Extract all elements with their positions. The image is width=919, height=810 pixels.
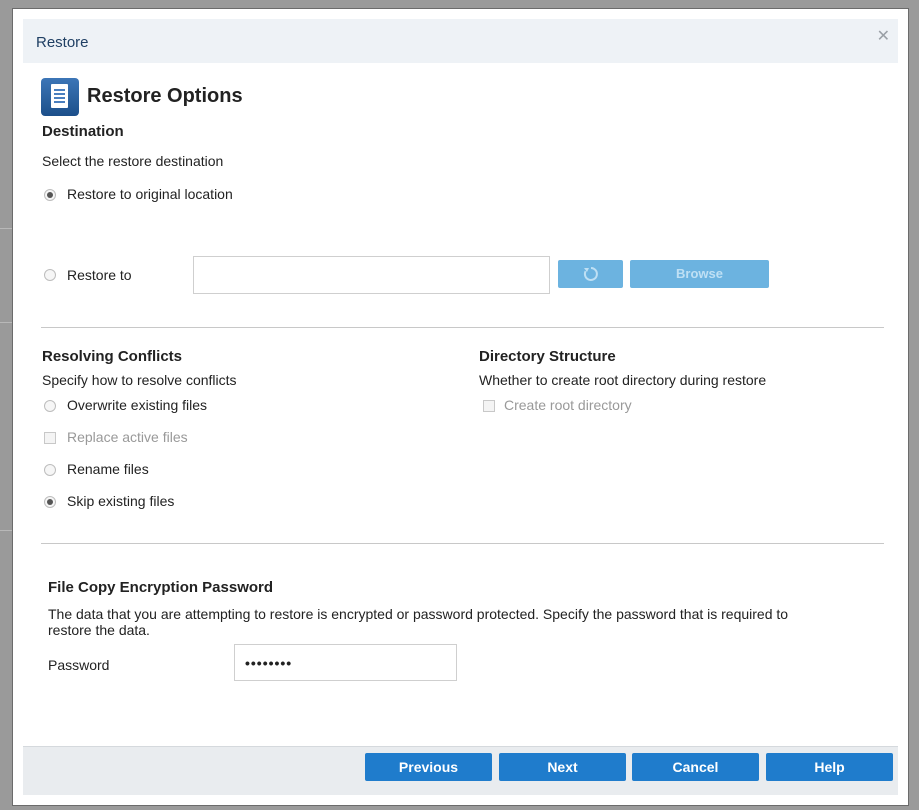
section-divider <box>41 327 884 328</box>
replace-active-label: Replace active files <box>67 429 188 445</box>
close-icon[interactable]: ✕ <box>877 29 890 45</box>
directory-description: Whether to create root directory during … <box>479 372 767 388</box>
restore-original-label[interactable]: Restore to original location <box>67 186 233 202</box>
encryption-description-line1: The data that you are attempting to rest… <box>48 606 789 622</box>
restore-to-label[interactable]: Restore to <box>67 267 132 283</box>
skip-existing-radio[interactable] <box>44 496 56 508</box>
destination-heading: Destination <box>42 123 124 140</box>
next-button[interactable]: Next <box>499 753 626 781</box>
refresh-icon <box>583 267 598 281</box>
create-root-checkbox <box>483 400 495 412</box>
restore-path-input[interactable] <box>193 256 550 294</box>
create-root-label: Create root directory <box>504 397 632 413</box>
refresh-button[interactable] <box>558 260 623 288</box>
rename-files-radio[interactable] <box>44 464 56 476</box>
browse-button[interactable]: Browse <box>630 260 769 288</box>
page-title: Restore Options <box>87 85 243 107</box>
rename-files-label[interactable]: Rename files <box>67 461 149 477</box>
dialog-title: Restore <box>36 34 89 51</box>
conflicts-description: Specify how to resolve conflicts <box>42 372 237 388</box>
background-divider <box>0 322 12 323</box>
skip-existing-label[interactable]: Skip existing files <box>67 493 174 509</box>
overwrite-files-radio[interactable] <box>44 400 56 412</box>
previous-button[interactable]: Previous <box>365 753 492 781</box>
password-label: Password <box>48 657 110 673</box>
encryption-description-line2: restore the data. <box>48 622 150 638</box>
dialog-footer: Previous Next Cancel Help <box>23 746 898 795</box>
conflicts-heading: Resolving Conflicts <box>42 348 183 365</box>
destination-description: Select the restore destination <box>42 153 224 169</box>
overwrite-files-label[interactable]: Overwrite existing files <box>67 397 207 413</box>
restore-to-radio[interactable] <box>44 269 56 281</box>
section-divider <box>41 543 884 544</box>
restore-document-icon <box>41 78 79 116</box>
password-input[interactable] <box>234 644 457 681</box>
help-button[interactable]: Help <box>766 753 893 781</box>
cancel-button[interactable]: Cancel <box>632 753 759 781</box>
directory-heading: Directory Structure <box>479 348 616 365</box>
restore-dialog: Restore ✕ Restore Options Destination Se… <box>12 8 909 806</box>
encryption-heading: File Copy Encryption Password <box>48 579 274 596</box>
replace-active-checkbox <box>44 432 56 444</box>
dialog-titlebar: Restore ✕ <box>23 19 898 64</box>
background-divider <box>0 530 12 531</box>
background-divider <box>0 228 12 229</box>
dialog-content: Restore Options Destination Select the r… <box>23 63 898 757</box>
restore-original-radio[interactable] <box>44 189 56 201</box>
